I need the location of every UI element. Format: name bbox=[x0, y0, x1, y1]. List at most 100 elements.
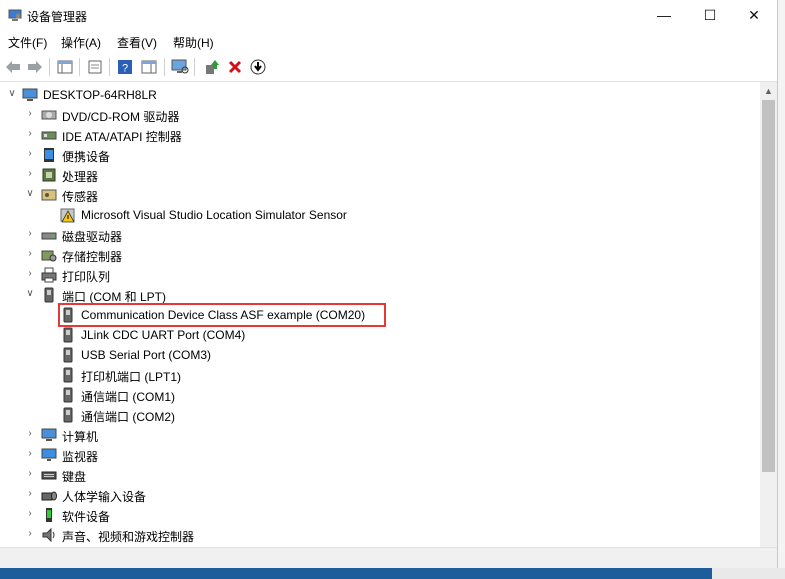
tree-item-keyboard[interactable]: › 键盘 bbox=[0, 465, 760, 485]
portable-device-icon bbox=[44, 148, 54, 162]
close-button[interactable]: ✕ bbox=[731, 0, 777, 30]
chevron-right-icon[interactable]: › bbox=[25, 529, 35, 539]
chevron-right-icon[interactable]: › bbox=[25, 469, 35, 479]
maximize-button[interactable]: ☐ bbox=[687, 0, 733, 30]
chevron-right-icon[interactable]: › bbox=[25, 509, 35, 519]
chevron-right-icon[interactable]: › bbox=[25, 449, 35, 459]
uninstall-button[interactable] bbox=[224, 57, 246, 77]
printer-icon bbox=[41, 267, 57, 283]
chevron-right-icon[interactable]: › bbox=[25, 109, 35, 119]
computer-icon bbox=[22, 88, 38, 101]
tree-item-label: 处理器 bbox=[62, 170, 99, 184]
device-tree: ∨ DESKTOP-64RH8LR › DVD/CD-ROM 驱动器 › IDE… bbox=[0, 82, 760, 547]
keyboard-icon bbox=[41, 471, 57, 480]
background-window-edge bbox=[778, 0, 785, 579]
chevron-right-icon[interactable]: › bbox=[25, 229, 35, 239]
computer-icon bbox=[41, 428, 57, 441]
chevron-right-icon[interactable]: › bbox=[25, 489, 35, 499]
sensor-icon bbox=[41, 189, 57, 201]
tree-child-port-com3[interactable]: USB Serial Port (COM3) bbox=[0, 345, 760, 365]
port-icon bbox=[63, 367, 73, 383]
tree-item-software[interactable]: › 软件设备 bbox=[0, 505, 760, 525]
port-icon bbox=[44, 287, 54, 303]
tree-item-label: 声音、视频和游戏控制器 bbox=[62, 530, 195, 544]
menu-action[interactable]: 操作(A) bbox=[61, 34, 101, 51]
tree-child-port-com1[interactable]: 通信端口 (COM1) bbox=[0, 385, 760, 405]
tree-item-storage[interactable]: › 存储控制器 bbox=[0, 245, 760, 265]
port-icon bbox=[63, 387, 73, 403]
tree-item-label: 软件设备 bbox=[62, 510, 111, 524]
show-hide-tree-button[interactable] bbox=[54, 57, 76, 77]
processor-icon bbox=[42, 168, 56, 182]
chevron-down-icon[interactable]: ∨ bbox=[25, 189, 35, 199]
red-x-icon bbox=[228, 60, 242, 74]
tree-item-computer[interactable]: › 计算机 bbox=[0, 425, 760, 445]
update-driver-button[interactable] bbox=[201, 57, 223, 77]
menu-file[interactable]: 文件(F) bbox=[8, 34, 47, 51]
disk-drive-icon bbox=[41, 232, 57, 240]
properties-icon bbox=[88, 60, 102, 74]
window-title: 设备管理器 bbox=[27, 10, 88, 24]
tree-item-sound[interactable]: › 声音、视频和游戏控制器 bbox=[0, 525, 760, 545]
enable-device-button[interactable] bbox=[247, 57, 269, 77]
tree-item-label: DVD/CD-ROM 驱动器 bbox=[62, 110, 180, 124]
storage-controller-icon bbox=[41, 250, 57, 262]
menu-bar: 文件(F) 操作(A) 查看(V) 帮助(H) bbox=[0, 31, 777, 53]
tree-item-sensor[interactable]: ∨ 传感器 bbox=[0, 185, 760, 205]
back-arrow-icon bbox=[6, 61, 20, 73]
forward-button[interactable] bbox=[24, 57, 46, 77]
highlight-box bbox=[58, 303, 386, 327]
scrollbar-thumb[interactable] bbox=[762, 100, 775, 472]
tree-item-monitor[interactable]: › 监视器 bbox=[0, 445, 760, 465]
tree-item-disk[interactable]: › 磁盘驱动器 bbox=[0, 225, 760, 245]
tree-item-portable[interactable]: › 便携设备 bbox=[0, 145, 760, 165]
tree-item-label: 打印队列 bbox=[62, 270, 111, 284]
console-tree-icon bbox=[57, 60, 73, 74]
chevron-right-icon[interactable]: › bbox=[25, 269, 35, 279]
monitor-icon bbox=[41, 448, 57, 461]
chevron-down-icon[interactable]: ∨ bbox=[7, 89, 17, 99]
menu-view[interactable]: 查看(V) bbox=[117, 34, 157, 51]
tree-child-port-com4[interactable]: JLink CDC UART Port (COM4) bbox=[0, 325, 760, 345]
monitor-scan-icon bbox=[171, 59, 189, 74]
tree-item-dvd[interactable]: › DVD/CD-ROM 驱动器 bbox=[0, 105, 760, 125]
help-button[interactable]: ? bbox=[114, 57, 136, 77]
chevron-right-icon[interactable]: › bbox=[25, 249, 35, 259]
device-manager-window: 设备管理器 — ☐ ✕ 文件(F) 操作(A) 查看(V) 帮助(H) ? ∨ … bbox=[0, 0, 778, 569]
help-icon: ? bbox=[118, 60, 132, 75]
hid-icon bbox=[41, 491, 57, 501]
tree-item-processor[interactable]: › 处理器 bbox=[0, 165, 760, 185]
chevron-right-icon[interactable]: › bbox=[25, 149, 35, 159]
tree-child-port-com2[interactable]: 通信端口 (COM2) bbox=[0, 405, 760, 425]
tree-item-label: 监视器 bbox=[62, 450, 99, 464]
tree-child-sensor[interactable]: Microsoft Visual Studio Location Simulat… bbox=[0, 205, 760, 225]
dvd-icon bbox=[41, 110, 57, 120]
minimize-button[interactable]: — bbox=[641, 0, 687, 30]
chevron-right-icon[interactable]: › bbox=[25, 169, 35, 179]
software-device-icon bbox=[46, 508, 52, 522]
chevron-right-icon[interactable]: › bbox=[25, 429, 35, 439]
tree-child-label: 通信端口 (COM1) bbox=[81, 390, 175, 404]
status-bar bbox=[0, 547, 777, 569]
chevron-right-icon[interactable]: › bbox=[25, 129, 35, 139]
back-button[interactable] bbox=[2, 57, 24, 77]
scroll-up-icon[interactable]: ▲ bbox=[764, 86, 773, 96]
properties-button[interactable] bbox=[84, 57, 106, 77]
tree-item-ports[interactable]: ∨ 端口 (COM 和 LPT) bbox=[0, 285, 760, 305]
action-pane-button[interactable] bbox=[138, 57, 160, 77]
menu-help[interactable]: 帮助(H) bbox=[173, 34, 214, 51]
vertical-scrollbar[interactable]: ▲ bbox=[760, 82, 777, 547]
tree-item-ide[interactable]: › IDE ATA/ATAPI 控制器 bbox=[0, 125, 760, 145]
taskbar-blue-area bbox=[0, 568, 712, 579]
chevron-down-icon[interactable]: ∨ bbox=[25, 289, 35, 299]
tree-item-printer[interactable]: › 打印队列 bbox=[0, 265, 760, 285]
tree-child-port-lpt1[interactable]: 打印机端口 (LPT1) bbox=[0, 365, 760, 385]
tree-child-label: Microsoft Visual Studio Location Simulat… bbox=[81, 208, 347, 222]
tree-item-hid[interactable]: › 人体学输入设备 bbox=[0, 485, 760, 505]
action-pane-icon bbox=[141, 60, 157, 74]
scan-hardware-button[interactable] bbox=[169, 57, 191, 77]
tree-child-label: JLink CDC UART Port (COM4) bbox=[81, 328, 246, 342]
tree-root[interactable]: ∨ DESKTOP-64RH8LR bbox=[0, 85, 760, 105]
port-icon bbox=[63, 347, 73, 363]
tree-root-label: DESKTOP-64RH8LR bbox=[43, 88, 157, 102]
